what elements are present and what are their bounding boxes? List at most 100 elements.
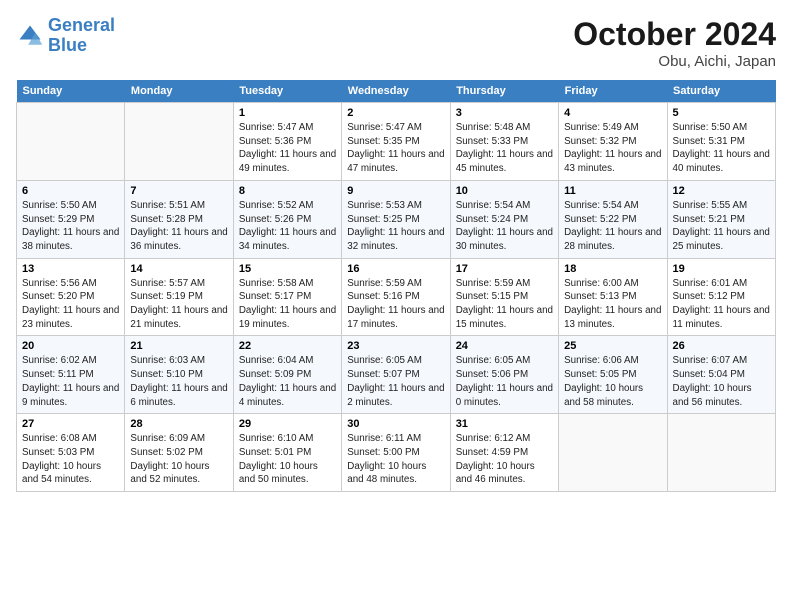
day-number: 20 — [22, 340, 119, 352]
calendar-cell: 26 Sunrise: 6:07 AM Sunset: 5:04 PM Dayli… — [667, 336, 775, 414]
day-number: 29 — [239, 418, 336, 430]
day-info: Sunrise: 5:59 AM Sunset: 5:16 PM Dayligh… — [347, 277, 444, 332]
day-number: 10 — [456, 185, 553, 197]
calendar-header-row: SundayMondayTuesdayWednesdayThursdayFrid… — [17, 80, 776, 103]
calendar-cell: 23Sunrise: 6:05 AM Sunset: 5:07 PM Dayli… — [342, 336, 450, 414]
weekday-header: Sunday — [17, 80, 125, 103]
calendar-cell: 9 Sunrise: 5:53 AM Sunset: 5:25 PM Daylig… — [342, 180, 450, 258]
day-number: 9 — [347, 185, 444, 197]
day-number: 2 — [347, 107, 444, 119]
calendar-cell: 31 Sunrise: 6:12 AM Sunset: 4:59 PM Dayli… — [450, 414, 558, 492]
calendar-cell: 27 Sunrise: 6:08 AM Sunset: 5:03 PM Dayli… — [17, 414, 125, 492]
calendar-week-row: 13Sunrise: 5:56 AM Sunset: 5:20 PM Dayli… — [17, 258, 776, 336]
logo-icon — [16, 22, 44, 50]
calendar-cell: 11 Sunrise: 5:54 AM Sunset: 5:22 PM Dayli… — [559, 180, 667, 258]
day-number: 31 — [456, 418, 553, 430]
day-info: Sunrise: 6:08 AM Sunset: 5:03 PM Dayligh… — [22, 432, 119, 487]
day-number: 21 — [130, 340, 227, 352]
calendar-cell: 22 Sunrise: 6:04 AM Sunset: 5:09 PM Dayli… — [233, 336, 341, 414]
logo: General Blue — [16, 16, 115, 56]
calendar-cell: 14 Sunrise: 5:57 AM Sunset: 5:19 PM Dayli… — [125, 258, 233, 336]
day-number: 25 — [564, 340, 661, 352]
day-number: 15 — [239, 263, 336, 275]
day-number: 11 — [564, 185, 661, 197]
calendar-cell: 8 Sunrise: 5:52 AM Sunset: 5:26 PM Daylig… — [233, 180, 341, 258]
location-subtitle: Obu, Aichi, Japan — [573, 53, 776, 70]
day-info: Sunrise: 5:47 AM Sunset: 5:36 PM Dayligh… — [239, 121, 336, 176]
day-number: 30 — [347, 418, 444, 430]
calendar-cell: 30Sunrise: 6:11 AM Sunset: 5:00 PM Dayli… — [342, 414, 450, 492]
calendar-cell: 7Sunrise: 5:51 AM Sunset: 5:28 PM Daylig… — [125, 180, 233, 258]
day-info: Sunrise: 6:10 AM Sunset: 5:01 PM Dayligh… — [239, 432, 336, 487]
calendar-cell: 24 Sunrise: 6:05 AM Sunset: 5:06 PM Dayli… — [450, 336, 558, 414]
day-info: Sunrise: 6:06 AM Sunset: 5:05 PM Dayligh… — [564, 354, 661, 409]
day-number: 26 — [673, 340, 770, 352]
day-number: 28 — [130, 418, 227, 430]
weekday-header: Thursday — [450, 80, 558, 103]
day-number: 13 — [22, 263, 119, 275]
day-number: 22 — [239, 340, 336, 352]
day-number: 19 — [673, 263, 770, 275]
page-header: General Blue October 2024 Obu, Aichi, Ja… — [16, 16, 776, 70]
day-info: Sunrise: 5:58 AM Sunset: 5:17 PM Dayligh… — [239, 277, 336, 332]
calendar-table: SundayMondayTuesdayWednesdayThursdayFrid… — [16, 80, 776, 492]
day-info: Sunrise: 6:04 AM Sunset: 5:09 PM Dayligh… — [239, 354, 336, 409]
calendar-cell — [125, 103, 233, 181]
day-info: Sunrise: 5:49 AM Sunset: 5:32 PM Dayligh… — [564, 121, 661, 176]
day-info: Sunrise: 5:48 AM Sunset: 5:33 PM Dayligh… — [456, 121, 553, 176]
calendar-cell: 13Sunrise: 5:56 AM Sunset: 5:20 PM Dayli… — [17, 258, 125, 336]
calendar-week-row: 6Sunrise: 5:50 AM Sunset: 5:29 PM Daylig… — [17, 180, 776, 258]
calendar-cell: 17 Sunrise: 5:59 AM Sunset: 5:15 PM Dayli… — [450, 258, 558, 336]
day-info: Sunrise: 5:51 AM Sunset: 5:28 PM Dayligh… — [130, 199, 227, 254]
day-number: 17 — [456, 263, 553, 275]
calendar-cell: 12Sunrise: 5:55 AM Sunset: 5:21 PM Dayli… — [667, 180, 775, 258]
day-number: 14 — [130, 263, 227, 275]
calendar-week-row: 27 Sunrise: 6:08 AM Sunset: 5:03 PM Dayli… — [17, 414, 776, 492]
day-info: Sunrise: 5:50 AM Sunset: 5:31 PM Dayligh… — [673, 121, 770, 176]
day-number: 4 — [564, 107, 661, 119]
day-info: Sunrise: 5:57 AM Sunset: 5:19 PM Dayligh… — [130, 277, 227, 332]
day-info: Sunrise: 5:52 AM Sunset: 5:26 PM Dayligh… — [239, 199, 336, 254]
day-info: Sunrise: 5:53 AM Sunset: 5:25 PM Dayligh… — [347, 199, 444, 254]
day-number: 1 — [239, 107, 336, 119]
calendar-cell: 19 Sunrise: 6:01 AM Sunset: 5:12 PM Dayli… — [667, 258, 775, 336]
day-info: Sunrise: 5:54 AM Sunset: 5:22 PM Dayligh… — [564, 199, 661, 254]
calendar-cell: 10Sunrise: 5:54 AM Sunset: 5:24 PM Dayli… — [450, 180, 558, 258]
calendar-cell — [559, 414, 667, 492]
day-number: 23 — [347, 340, 444, 352]
day-info: Sunrise: 6:05 AM Sunset: 5:06 PM Dayligh… — [456, 354, 553, 409]
day-info: Sunrise: 6:00 AM Sunset: 5:13 PM Dayligh… — [564, 277, 661, 332]
calendar-cell: 21 Sunrise: 6:03 AM Sunset: 5:10 PM Dayli… — [125, 336, 233, 414]
day-info: Sunrise: 6:12 AM Sunset: 4:59 PM Dayligh… — [456, 432, 553, 487]
calendar-cell: 4 Sunrise: 5:49 AM Sunset: 5:32 PM Daylig… — [559, 103, 667, 181]
day-number: 27 — [22, 418, 119, 430]
calendar-cell — [17, 103, 125, 181]
day-number: 18 — [564, 263, 661, 275]
weekday-header: Monday — [125, 80, 233, 103]
day-info: Sunrise: 5:59 AM Sunset: 5:15 PM Dayligh… — [456, 277, 553, 332]
day-info: Sunrise: 6:03 AM Sunset: 5:10 PM Dayligh… — [130, 354, 227, 409]
calendar-cell: 3 Sunrise: 5:48 AM Sunset: 5:33 PM Daylig… — [450, 103, 558, 181]
calendar-cell — [667, 414, 775, 492]
calendar-cell: 15 Sunrise: 5:58 AM Sunset: 5:17 PM Dayli… — [233, 258, 341, 336]
calendar-week-row: 1 Sunrise: 5:47 AM Sunset: 5:36 PM Daylig… — [17, 103, 776, 181]
calendar-cell: 2 Sunrise: 5:47 AM Sunset: 5:35 PM Daylig… — [342, 103, 450, 181]
calendar-cell: 1 Sunrise: 5:47 AM Sunset: 5:36 PM Daylig… — [233, 103, 341, 181]
day-number: 3 — [456, 107, 553, 119]
month-title: October 2024 — [573, 16, 776, 53]
day-number: 8 — [239, 185, 336, 197]
day-info: Sunrise: 5:55 AM Sunset: 5:21 PM Dayligh… — [673, 199, 770, 254]
calendar-cell: 18 Sunrise: 6:00 AM Sunset: 5:13 PM Dayli… — [559, 258, 667, 336]
day-info: Sunrise: 5:47 AM Sunset: 5:35 PM Dayligh… — [347, 121, 444, 176]
weekday-header: Wednesday — [342, 80, 450, 103]
day-number: 24 — [456, 340, 553, 352]
title-block: October 2024 Obu, Aichi, Japan — [573, 16, 776, 70]
day-info: Sunrise: 6:07 AM Sunset: 5:04 PM Dayligh… — [673, 354, 770, 409]
day-number: 6 — [22, 185, 119, 197]
calendar-cell: 28Sunrise: 6:09 AM Sunset: 5:02 PM Dayli… — [125, 414, 233, 492]
day-number: 5 — [673, 107, 770, 119]
weekday-header: Tuesday — [233, 80, 341, 103]
day-info: Sunrise: 6:01 AM Sunset: 5:12 PM Dayligh… — [673, 277, 770, 332]
day-info: Sunrise: 6:02 AM Sunset: 5:11 PM Dayligh… — [22, 354, 119, 409]
logo-text: General Blue — [48, 16, 115, 56]
